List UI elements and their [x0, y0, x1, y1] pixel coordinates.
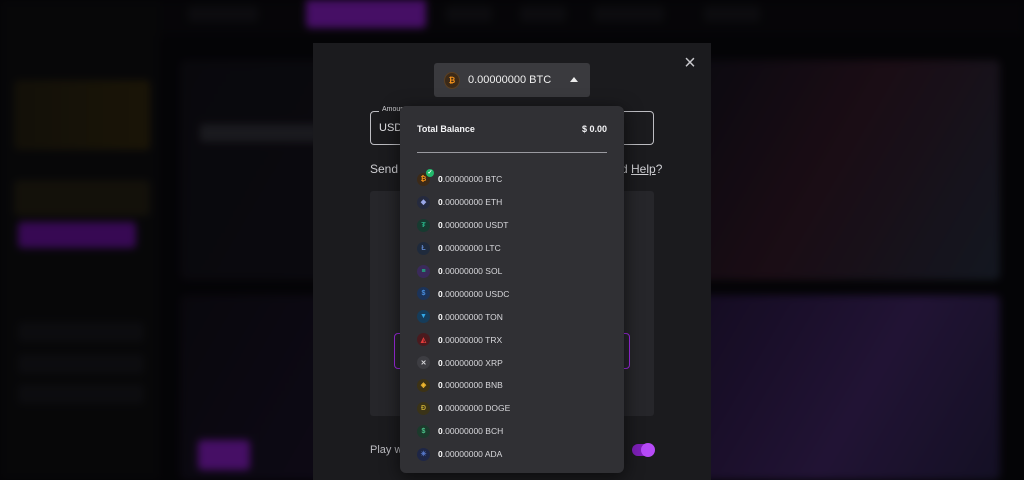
currency-option-amount: 0.00000000 BNB [438, 380, 503, 390]
currency-symbol: ADA [484, 449, 503, 460]
bch-icon: $ [417, 424, 430, 438]
amount-decimal: .00000000 [442, 426, 483, 437]
amount-decimal: .00000000 [442, 403, 483, 414]
currency-symbol: BTC [485, 174, 503, 185]
currency-symbol: LTC [485, 243, 501, 254]
currency-symbol: TON [485, 311, 503, 322]
currency-option-amount: 0.00000000 BCH [438, 426, 503, 436]
currency-option-bch[interactable]: $0.00000000 BCH [417, 420, 607, 443]
close-icon[interactable]: × [682, 53, 698, 73]
currency-option-amount: 0.00000000 USDT [438, 220, 508, 230]
currency-option-amount: 0.00000000 USDC [438, 289, 509, 299]
currency-option-amount: 0.00000000 ETH [438, 197, 502, 207]
currency-option-eth[interactable]: ◆ 0.00000000 ETH [417, 191, 607, 214]
currency-dropdown: Total Balance $ 0.00 ₿ ✓ 0.00000000 BTC ◆ 0.… [400, 106, 624, 473]
amount-decimal: .00000000 [442, 380, 483, 391]
eth-icon: ◆ [417, 195, 430, 209]
amount-decimal: .00000000 [442, 220, 483, 231]
currency-option-ltc[interactable]: Ł 0.00000000 LTC [417, 237, 607, 260]
ada-icon: ✳ [417, 447, 430, 461]
caret-up-icon [570, 77, 578, 82]
amount-decimal: .00000000 [442, 449, 483, 460]
amount-currency-prefix: USD [379, 122, 403, 134]
usdt-icon: ₮ [417, 218, 430, 232]
amount-decimal: .00000000 [442, 266, 483, 276]
currency-option-amount: 0.00000000 LTC [438, 243, 501, 253]
currency-option-usdc[interactable]: $0.00000000 USDC [417, 282, 607, 305]
currency-symbol: DOGE [485, 403, 511, 414]
currency-option-amount: 0.00000000 BTC [438, 174, 502, 184]
currency-option-amount: 0.00000000 ADA [438, 449, 502, 459]
amount-decimal: .00000000 [442, 174, 483, 185]
total-balance-row: Total Balance $ 0.00 [417, 124, 607, 134]
currency-symbol: TRX [485, 334, 503, 345]
currency-option-amount: 0.00000000 TRX [438, 335, 502, 345]
total-balance-label: Total Balance [417, 124, 475, 134]
currency-option-amount: 0.00000000 TON [438, 312, 503, 322]
btc-icon: ₿ [444, 71, 460, 89]
currency-option-bnb[interactable]: ◈ 0.00000000 BNB [417, 374, 607, 397]
currency-symbol: USDT [485, 220, 509, 231]
help-link[interactable]: Help [631, 162, 656, 176]
currency-symbol: USDC [485, 288, 510, 299]
currency-option-amount: 0.00000000 XRP [438, 358, 503, 368]
amount-decimal: .00000000 [442, 357, 483, 368]
amount-decimal: .00000000 [442, 334, 483, 345]
amount-decimal: .00000000 [442, 288, 483, 299]
currency-option-usdt[interactable]: ₮ 0.00000000 USDT [417, 214, 607, 237]
currency-list: ₿ ✓ 0.00000000 BTC ◆ 0.00000000 ETH ₮ 0.000000… [417, 168, 607, 466]
help-text: d Help? [621, 162, 662, 176]
amount-decimal: .00000000 [442, 311, 483, 322]
ltc-icon: Ł [417, 241, 430, 255]
selected-currency-amount: 0.00000000 BTC [468, 74, 552, 86]
trx-icon: ◭ [417, 333, 430, 347]
currency-option-btc[interactable]: ₿ ✓ 0.00000000 BTC [417, 168, 607, 191]
total-balance-value: $ 0.00 [581, 124, 607, 134]
currency-option-ada[interactable]: ✳ 0.00000000 ADA [417, 443, 607, 466]
currency-option-doge[interactable]: Ð 0.00000000 DOGE [417, 397, 607, 420]
currency-symbol: ETH [485, 197, 503, 208]
bnb-icon: ◈ [417, 378, 430, 392]
currency-option-ton[interactable]: ▼ 0.00000000 TON [417, 305, 607, 328]
selected-check-icon: ✓ [426, 168, 434, 177]
usdc-icon: $ [417, 287, 430, 301]
currency-option-amount: 0.00000000 DOGE [438, 403, 510, 413]
currency-option-amount: 0.00000000 SOL [438, 266, 502, 276]
currency-option-xrp[interactable]: ✕ 0.00000000 XRP [417, 351, 607, 374]
btc-icon: ₿ ✓ [417, 168, 434, 186]
help-suffix: ? [655, 162, 663, 176]
amount-decimal: .00000000 [442, 243, 483, 254]
currency-option-sol[interactable]: ≡ 0.00000000 SOL [417, 260, 607, 283]
currency-symbol: XRP [485, 357, 503, 368]
ton-icon: ▼ [417, 310, 430, 324]
currency-option-trx[interactable]: ◭ 0.00000000 TRX [417, 328, 607, 351]
divider [417, 152, 607, 153]
xrp-icon: ✕ [417, 356, 430, 370]
doge-icon: Ð [417, 401, 430, 415]
currency-symbol: BCH [485, 426, 504, 437]
currency-symbol: SOL [485, 266, 503, 276]
currency-select[interactable]: ₿ 0.00000000 BTC [434, 63, 590, 97]
amount-decimal: .00000000 [442, 197, 483, 208]
play-with-toggle[interactable] [632, 443, 655, 457]
currency-symbol: BNB [485, 380, 503, 391]
sol-icon: ≡ [417, 264, 430, 278]
